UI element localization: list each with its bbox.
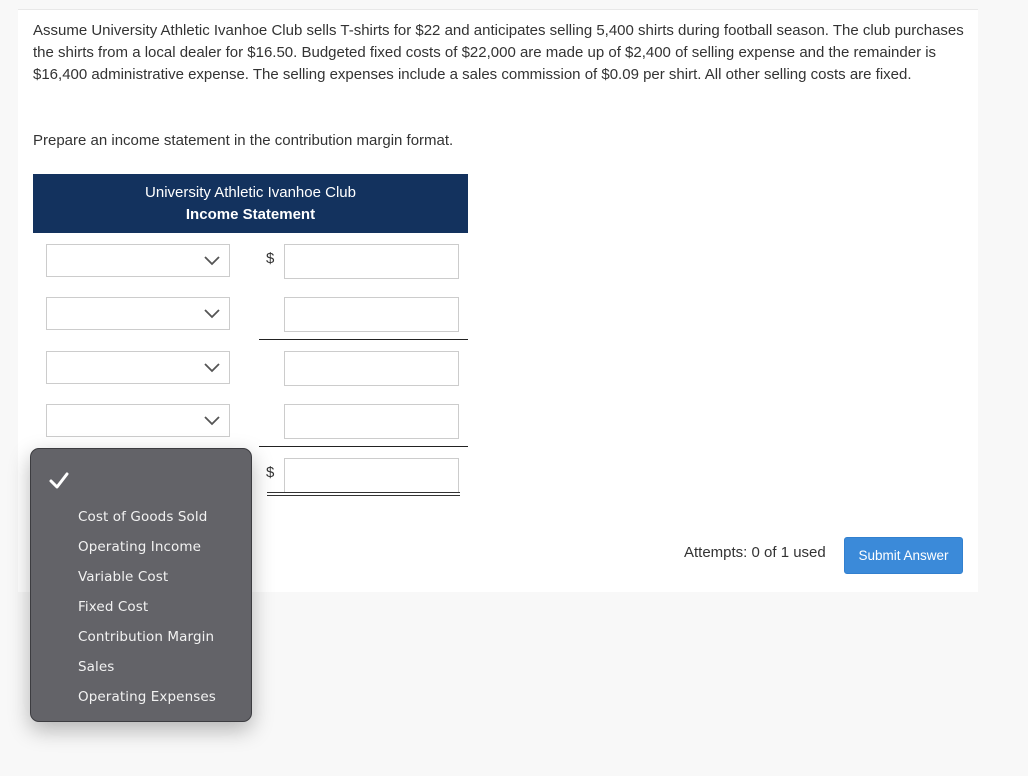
subtotal-rule — [259, 339, 468, 340]
attempts-counter: Attempts: 0 of 1 used — [684, 544, 826, 561]
statement-row — [18, 404, 478, 439]
account-dropdown-menu: Cost of Goods Sold Operating Income Vari… — [30, 448, 252, 722]
dropdown-option-cost-of-goods-sold[interactable]: Cost of Goods Sold — [78, 507, 216, 537]
dropdown-option-operating-expenses[interactable]: Operating Expenses — [78, 687, 216, 717]
subtotal-rule — [259, 446, 468, 447]
account-select-3[interactable] — [46, 351, 230, 384]
account-select-1[interactable] — [46, 244, 230, 277]
instruction-text: Prepare an income statement in the contr… — [33, 132, 454, 149]
amount-input-total[interactable] — [284, 458, 459, 493]
statement-title: Income Statement — [185, 205, 316, 223]
checkmark-icon — [49, 472, 69, 489]
currency-symbol: $ — [266, 464, 275, 481]
account-select-4[interactable] — [46, 404, 230, 437]
chevron-down-icon — [204, 363, 220, 373]
amount-input-1[interactable] — [284, 244, 459, 279]
dropdown-option-operating-income[interactable]: Operating Income — [78, 537, 216, 567]
problem-text: Assume University Athletic Ivanhoe Club … — [33, 22, 964, 83]
statement-row — [18, 351, 478, 386]
submit-answer-button[interactable]: Submit Answer — [844, 537, 963, 574]
chevron-down-icon — [204, 309, 220, 319]
chevron-down-icon — [204, 416, 220, 426]
dropdown-option-variable-cost[interactable]: Variable Cost — [78, 567, 216, 597]
company-name: University Athletic Ivanhoe Club — [145, 183, 356, 201]
account-select-2[interactable] — [46, 297, 230, 330]
statement-row: $ — [18, 244, 478, 279]
dropdown-option-sales[interactable]: Sales — [78, 657, 216, 687]
statement-row — [18, 297, 478, 332]
total-double-rule — [267, 492, 460, 496]
chevron-down-icon — [204, 256, 220, 266]
income-statement-header: University Athletic Ivanhoe Club Income … — [33, 174, 468, 233]
amount-input-2[interactable] — [284, 297, 459, 332]
amount-input-4[interactable] — [284, 404, 459, 439]
dropdown-option-contribution-margin[interactable]: Contribution Margin — [78, 627, 216, 657]
currency-symbol: $ — [266, 250, 275, 267]
amount-input-3[interactable] — [284, 351, 459, 386]
dropdown-options: Cost of Goods Sold Operating Income Vari… — [78, 507, 216, 717]
dropdown-option-fixed-cost[interactable]: Fixed Cost — [78, 597, 216, 627]
